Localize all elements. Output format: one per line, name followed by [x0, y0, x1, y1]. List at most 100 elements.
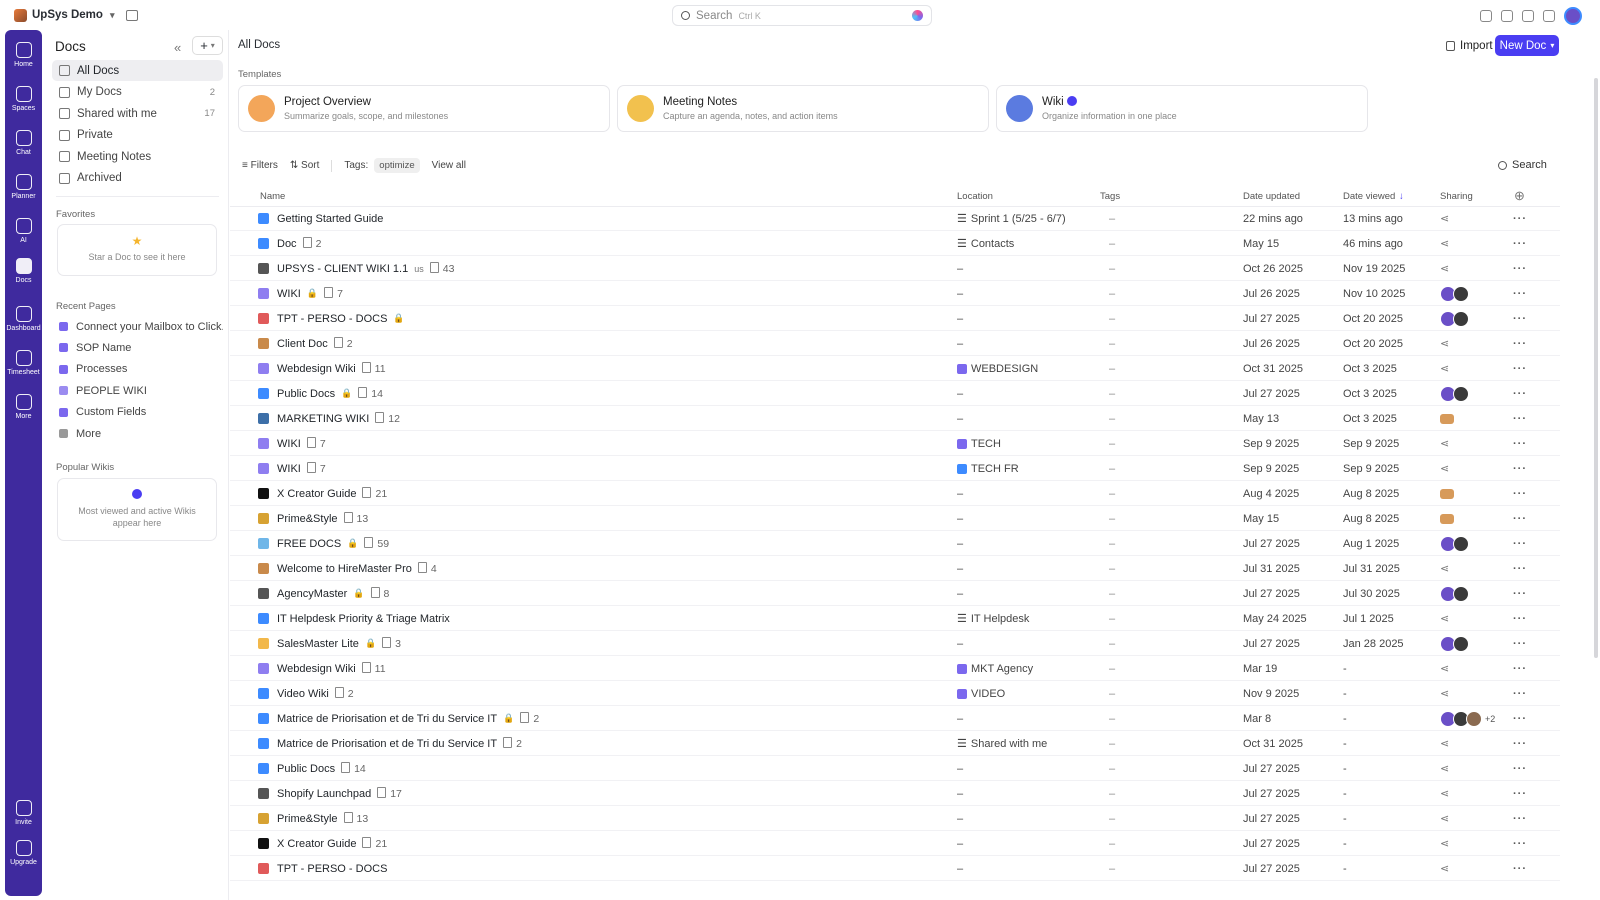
location-cell[interactable]: –	[957, 256, 963, 281]
table-row[interactable]: FREE DOCS 🔒 59 – – Jul 27 2025 Aug 1 2025 ···	[230, 531, 1560, 556]
more-options-icon[interactable]: ···	[1513, 256, 1527, 281]
location-cell[interactable]: –	[957, 581, 963, 606]
recent-page-item[interactable]: PEOPLE WIKI	[52, 380, 223, 401]
doc-name-cell[interactable]: WIKI 7	[258, 431, 326, 456]
more-options-icon[interactable]: ···	[1513, 781, 1527, 806]
more-options-icon[interactable]: ···	[1513, 856, 1527, 881]
view-all-link[interactable]: View all	[432, 160, 466, 171]
workspace-switcher[interactable]: UpSys Demo ▾	[8, 6, 120, 25]
doc-name-cell[interactable]: SalesMaster Lite 🔒 3	[258, 631, 401, 656]
more-options-icon[interactable]: ···	[1513, 206, 1527, 231]
table-row[interactable]: MARKETING WIKI 12 – – May 13 Oct 3 2025 ···	[230, 406, 1560, 431]
table-row[interactable]: Client Doc 2 – – Jul 26 2025 Oct 20 2025 ⋖ ···	[230, 331, 1560, 356]
doc-name-cell[interactable]: Webdesign Wiki 11	[258, 356, 386, 381]
doc-name-cell[interactable]: Webdesign Wiki 11	[258, 656, 386, 681]
calendar-icon[interactable]	[126, 9, 139, 21]
more-options-icon[interactable]: ···	[1513, 431, 1527, 456]
more-options-icon[interactable]: ···	[1513, 506, 1527, 531]
more-options-icon[interactable]: ···	[1513, 631, 1527, 656]
more-options-icon[interactable]: ···	[1513, 231, 1527, 256]
sharing-cell[interactable]	[1440, 481, 1454, 506]
sharing-cell[interactable]: ⋖	[1440, 456, 1449, 481]
col-location[interactable]: Location	[957, 191, 993, 202]
table-row[interactable]: Prime&Style 13 – – May 15 Aug 8 2025 ···	[230, 506, 1560, 531]
more-options-icon[interactable]: ···	[1513, 306, 1527, 331]
table-row[interactable]: Welcome to HireMaster Pro 4 – – Jul 31 2025 J…	[230, 556, 1560, 581]
table-row[interactable]: SalesMaster Lite 🔒 3 – – Jul 27 2025 Jan 28 20…	[230, 631, 1560, 656]
table-row[interactable]: WIKI 🔒 7 – – Jul 26 2025 Nov 10 2025 ···	[230, 281, 1560, 306]
table-row[interactable]: Prime&Style 13 – – Jul 27 2025 - ⋖ ···	[230, 806, 1560, 831]
doc-name-cell[interactable]: UPSYS - CLIENT WIKI 1.1 us 43	[258, 256, 454, 281]
table-row[interactable]: IT Helpdesk Priority & Triage Matrix ☰ IT …	[230, 606, 1560, 631]
rail-item-planner[interactable]: Planner	[5, 174, 42, 200]
doc-name-cell[interactable]: Getting Started Guide	[258, 206, 383, 231]
sidebar-item-meeting-notes[interactable]: Meeting Notes	[52, 146, 223, 167]
sharing-cell[interactable]	[1440, 506, 1454, 531]
ai-sparkle-icon[interactable]	[912, 10, 923, 21]
doc-name-cell[interactable]: Shopify Launchpad 17	[258, 781, 402, 806]
sharing-cell[interactable]	[1440, 306, 1469, 331]
col-date-updated[interactable]: Date updated	[1243, 191, 1300, 202]
col-date-viewed[interactable]: Date viewed	[1343, 191, 1395, 202]
table-row[interactable]: TPT - PERSO - DOCS – – Jul 27 2025 - ⋖ ···	[230, 856, 1560, 881]
rail-item-chat[interactable]: Chat	[5, 130, 42, 156]
table-row[interactable]: Shopify Launchpad 17 – – Jul 27 2025 - ⋖ ···	[230, 781, 1560, 806]
rail-item-docs[interactable]: Docs	[5, 258, 42, 284]
doc-name-cell[interactable]: Prime&Style 13	[258, 806, 368, 831]
location-cell[interactable]: WEBDESIGN	[957, 356, 1038, 381]
sidebar-item-private[interactable]: Private	[52, 125, 223, 146]
location-cell[interactable]: –	[957, 331, 963, 356]
rail-item-ai[interactable]: AI	[5, 218, 42, 244]
more-options-icon[interactable]: ···	[1513, 456, 1527, 481]
rail-item-spaces[interactable]: Spaces	[5, 86, 42, 112]
location-cell[interactable]: ☰ Sprint 1 (5/25 - 6/7)	[957, 206, 1066, 231]
sort-button[interactable]: ⇅ Sort	[290, 160, 320, 171]
rail-item-timesheet[interactable]: Timesheet	[5, 350, 42, 376]
doc-name-cell[interactable]: Welcome to HireMaster Pro 4	[258, 556, 437, 581]
recent-page-item[interactable]: Processes	[52, 359, 223, 380]
sidebar-item-my-docs[interactable]: My Docs 2	[52, 82, 223, 103]
collapse-sidebar-icon[interactable]: «	[174, 40, 181, 55]
table-row[interactable]: Webdesign Wiki 11 MKT Agency – Mar 19 - ⋖ ···	[230, 656, 1560, 681]
sort-desc-icon[interactable]: ↓	[1399, 191, 1404, 202]
more-options-icon[interactable]: ···	[1513, 556, 1527, 581]
doc-name-cell[interactable]: IT Helpdesk Priority & Triage Matrix	[258, 606, 450, 631]
doc-name-cell[interactable]: TPT - PERSO - DOCS 🔒	[258, 306, 405, 331]
sharing-cell[interactable]	[1440, 381, 1469, 406]
sharing-cell[interactable]: ⋖	[1440, 856, 1449, 881]
video-icon[interactable]	[1522, 10, 1534, 22]
table-row[interactable]: Webdesign Wiki 11 WEBDESIGN – Oct 31 2025 Oct…	[230, 356, 1560, 381]
check-circle-icon[interactable]	[1480, 10, 1492, 22]
location-cell[interactable]: –	[957, 856, 963, 881]
location-cell[interactable]: –	[957, 506, 963, 531]
rail-item-dashboard[interactable]: Dashboard	[5, 306, 42, 332]
location-cell[interactable]: MKT Agency	[957, 656, 1033, 681]
sharing-cell[interactable]: +2	[1440, 706, 1495, 731]
table-row[interactable]: WIKI 7 TECH FR – Sep 9 2025 Sep 9 2025 ⋖ ···	[230, 456, 1560, 481]
doc-name-cell[interactable]: Matrice de Priorisation et de Tri du Ser…	[258, 706, 539, 731]
sharing-cell[interactable]: ⋖	[1440, 206, 1449, 231]
sharing-cell[interactable]: ⋖	[1440, 331, 1449, 356]
sharing-cell[interactable]	[1440, 631, 1469, 656]
location-cell[interactable]: VIDEO	[957, 681, 1005, 706]
sharing-cell[interactable]: ⋖	[1440, 256, 1449, 281]
table-row[interactable]: Getting Started Guide ☰ Sprint 1 (5/25 - 6…	[230, 206, 1560, 231]
location-cell[interactable]: –	[957, 556, 963, 581]
location-cell[interactable]: –	[957, 281, 963, 306]
more-options-icon[interactable]: ···	[1513, 831, 1527, 856]
more-options-icon[interactable]: ···	[1513, 681, 1527, 706]
doc-name-cell[interactable]: Public Docs 🔒 14	[258, 381, 383, 406]
import-button[interactable]: Import	[1440, 35, 1499, 56]
table-row[interactable]: WIKI 7 TECH – Sep 9 2025 Sep 9 2025 ⋖ ···	[230, 431, 1560, 456]
more-options-icon[interactable]: ···	[1513, 731, 1527, 756]
table-row[interactable]: AgencyMaster 🔒 8 – – Jul 27 2025 Jul 30 2025 ··…	[230, 581, 1560, 606]
doc-name-cell[interactable]: WIKI 7	[258, 456, 326, 481]
template-card[interactable]: Meeting Notes Capture an agenda, notes, a…	[617, 85, 989, 132]
template-card[interactable]: Project Overview Summarize goals, scope, …	[238, 85, 610, 132]
table-row[interactable]: Doc 2 ☰ Contacts – May 15 46 mins ago ⋖ ···	[230, 231, 1560, 256]
doc-name-cell[interactable]: Public Docs 14	[258, 756, 366, 781]
doc-name-cell[interactable]: FREE DOCS 🔒 59	[258, 531, 389, 556]
more-options-icon[interactable]: ···	[1513, 656, 1527, 681]
table-row[interactable]: Video Wiki 2 VIDEO – Nov 9 2025 - ⋖ ···	[230, 681, 1560, 706]
filters-button[interactable]: ≡ Filters	[242, 160, 278, 171]
